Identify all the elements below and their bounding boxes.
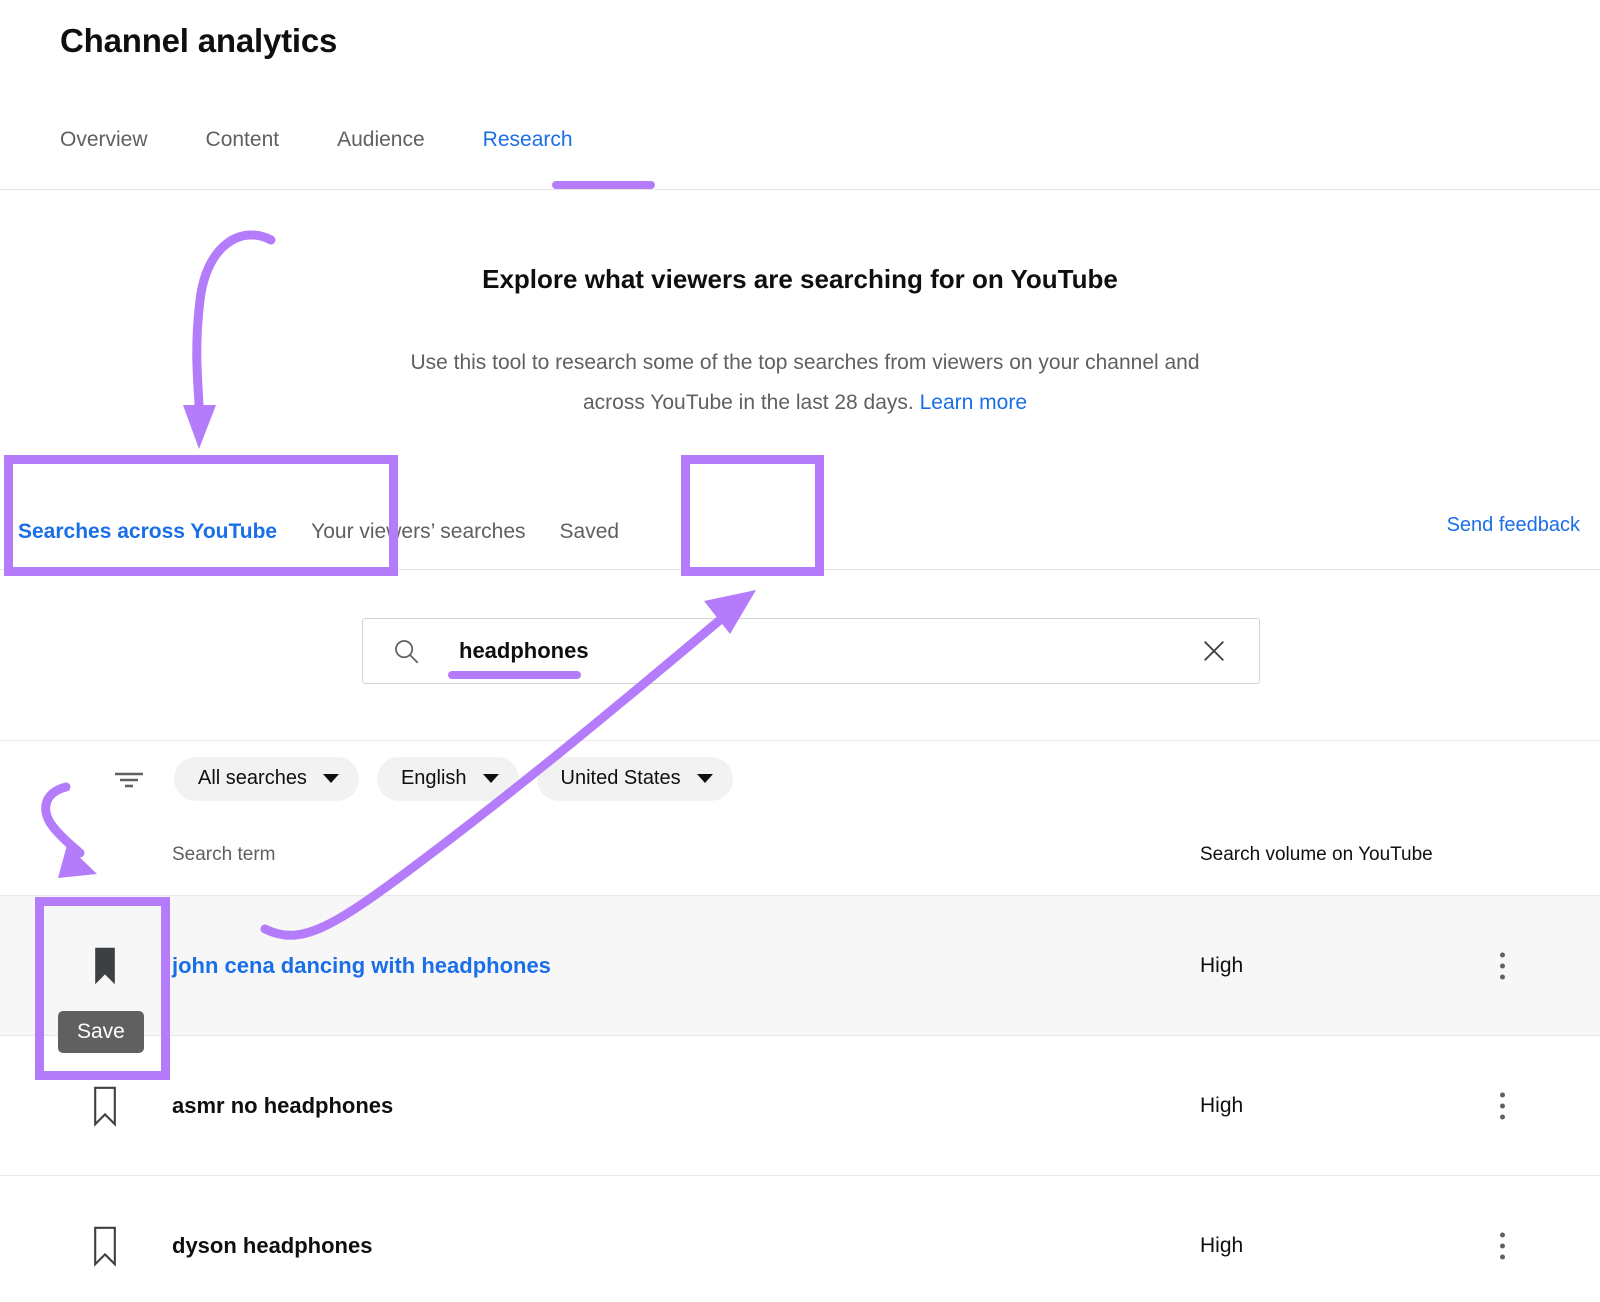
chip-language-label: English [401,767,467,790]
bookmark-outline-icon[interactable] [88,1225,122,1267]
search-volume-value: High [1200,1234,1243,1258]
subtab-your-viewers-searches[interactable]: Your viewers’ searches [311,520,525,544]
search-input[interactable]: headphones [459,638,1199,664]
tab-content[interactable]: Content [206,128,280,174]
chip-all-searches[interactable]: All searches [174,757,359,801]
send-feedback-link[interactable]: Send feedback [1447,514,1580,537]
more-vert-icon[interactable] [1500,1232,1505,1259]
primary-tab-bar: Overview Content Audience Research [0,128,1600,190]
chevron-down-icon [483,774,499,783]
search-results-table: Search term Search volume on YouTube joh… [0,817,1600,1302]
filter-list-icon[interactable] [112,767,146,791]
learn-more-link[interactable]: Learn more [920,391,1027,414]
chip-country[interactable]: United States [537,757,733,801]
search-box[interactable]: headphones [362,618,1260,684]
tab-overview[interactable]: Overview [60,128,148,174]
table-row[interactable]: dyson headphones High [0,1176,1600,1302]
bookmark-filled-icon[interactable] [88,945,122,987]
search-term-text[interactable]: dyson headphones [172,1233,372,1259]
table-header: Search term Search volume on YouTube [0,817,1600,896]
bookmark-outline-icon[interactable] [88,1085,122,1127]
close-icon[interactable] [1199,636,1229,666]
save-tooltip: Save [58,1011,144,1053]
arrow-to-searches-tab-shaft [197,235,271,405]
column-header-search-volume: Search volume on YouTube [1200,844,1433,866]
more-vert-icon[interactable] [1500,1092,1505,1119]
chip-country-label: United States [561,767,681,790]
search-volume-value: High [1200,954,1243,978]
table-row[interactable]: asmr no headphones High [0,1036,1600,1176]
filter-bar: All searches English United States [0,740,1600,816]
arrow-to-searches-tab-head [183,405,216,449]
page-title: Channel analytics [60,22,337,60]
chevron-down-icon [323,774,339,783]
column-header-search-term: Search term [172,844,275,866]
search-icon [391,636,421,666]
chip-all-searches-label: All searches [198,767,307,790]
chevron-down-icon [697,774,713,783]
hero-description: Use this tool to research some of the to… [390,343,1220,423]
chip-language[interactable]: English [377,757,519,801]
tab-audience[interactable]: Audience [337,128,425,174]
subtab-saved[interactable]: Saved [560,520,620,544]
tab-research[interactable]: Research [483,128,573,174]
search-term-text[interactable]: asmr no headphones [172,1093,393,1119]
more-vert-icon[interactable] [1500,952,1505,979]
table-row[interactable]: john cena dancing with headphones High [0,896,1600,1036]
sub-tab-bar: Searches across YouTube Your viewers’ se… [0,494,1600,570]
hero-title: Explore what viewers are searching for o… [0,264,1600,295]
search-term-link[interactable]: john cena dancing with headphones [172,953,551,979]
hero-description-line1: Use this tool to research some of the to… [410,351,1079,374]
subtab-searches-across-youtube[interactable]: Searches across YouTube [18,520,277,544]
channel-analytics-page: Channel analytics Overview Content Audie… [0,0,1600,1302]
search-volume-value: High [1200,1094,1243,1118]
